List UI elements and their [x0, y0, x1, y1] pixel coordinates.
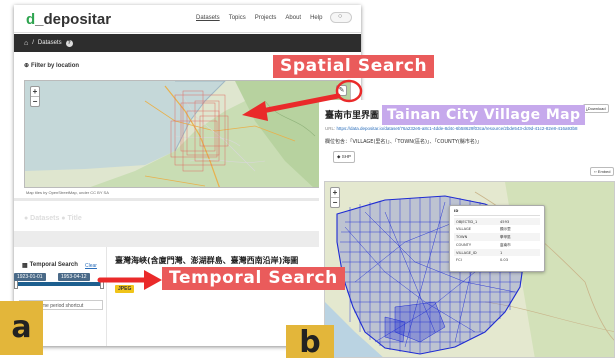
resource-url[interactable]: https://data.depositar.io/dataset/76a232… — [337, 126, 578, 131]
logo-name: _depositar — [35, 11, 112, 28]
dataset-format-badge: JPEG — [115, 285, 135, 293]
time-slider-end-handle[interactable] — [100, 280, 104, 289]
popup-row: COUNTY 臺南市 — [454, 241, 540, 249]
popup-value: 4593 — [500, 219, 510, 224]
popup-row: VILLAGE 顯示里 — [454, 225, 540, 233]
download-button[interactable]: ⤓Download — [583, 104, 609, 113]
panel-b-screenshot: 臺南市里界圖 ⤓Download URL: https://data.depos… — [319, 100, 615, 358]
clear-link[interactable]: Clear — [85, 263, 97, 269]
shp-format-label: SHP — [341, 154, 351, 159]
popup-value: 顯示里 — [500, 226, 511, 231]
globe-icon: ⊕ — [24, 63, 30, 69]
site-logo[interactable]: d _depositar — [26, 11, 111, 28]
nav-about[interactable]: About — [285, 15, 301, 21]
tainan-village-map-label: Tainan City Village Map — [382, 105, 586, 125]
start-date-label: 1923-01-01 — [14, 273, 46, 281]
village-zoom-in-button[interactable]: + — [331, 188, 339, 197]
filter-title: ⊕ Filter by location — [24, 62, 80, 70]
faded-dataset-heading: ● Datasets ● Title — [24, 215, 82, 222]
time-slider-track[interactable] — [14, 282, 104, 286]
filter-title-text: Filter by location — [31, 62, 80, 69]
village-map[interactable]: + − ID OBJECTID_1 4593 VILLAGE 顯示里 TOWN 學甲區… — [324, 181, 615, 358]
tag-icon: ◆ — [337, 154, 341, 159]
popup-key: OBJECTID_1 — [456, 219, 478, 224]
time-slider-start-handle[interactable] — [14, 280, 18, 289]
section-divider — [14, 198, 361, 201]
popup-key: FCI — [456, 257, 462, 262]
breadcrumb-separator: / — [32, 40, 34, 46]
village-map-zoom-control: + − — [330, 187, 340, 208]
fields-row: 欄位包含：「VILLAGE(里名)」、「TOWN(區名)」、「COUNTY(縣市… — [325, 138, 482, 145]
home-icon[interactable]: ⌂ — [24, 40, 28, 47]
popup-value: 1 — [500, 250, 503, 255]
pencil-icon: ✎ — [338, 87, 345, 94]
breadcrumb: ⌂ / Datasets ? — [14, 34, 361, 52]
resource-title: 臺南市里界圖 — [325, 111, 380, 121]
popup-row: OBJECTID_1 4593 — [454, 218, 540, 225]
panel-label-b: b — [286, 325, 334, 360]
popup-key: VILLAGE_ID — [456, 250, 477, 255]
popup-key: COUNTY — [456, 242, 472, 247]
embed-button[interactable]: ‹› Embed — [590, 167, 615, 176]
logo-mark: d — [26, 11, 36, 28]
map-tiles — [25, 81, 350, 187]
temporal-title: ▦ Temporal Search — [22, 262, 78, 269]
draw-rectangle-button[interactable]: ✎ — [336, 85, 347, 96]
breadcrumb-datasets[interactable]: Datasets — [38, 40, 62, 46]
end-date-label: 1953-04-12 — [58, 273, 90, 281]
help-icon[interactable]: ? — [65, 39, 73, 47]
popup-row: VILLAGE_ID 1 — [454, 249, 540, 256]
code-icon: ‹› — [594, 169, 597, 174]
map-attribution: Map tiles by OpenStreetMap, under CC BY … — [26, 190, 109, 195]
shp-format-button[interactable]: ◆ SHP — [333, 151, 355, 163]
nav-topics[interactable]: Topics — [229, 15, 246, 21]
zoom-in-button[interactable]: + — [31, 87, 39, 96]
panel-label-a: a — [0, 301, 43, 355]
zoom-out-button[interactable]: − — [31, 96, 39, 106]
temporal-search-label: Temporal Search — [162, 267, 345, 290]
map-zoom-control: + − — [30, 86, 40, 107]
fields-list: 「VILLAGE(里名)」、「TOWN(區名)」、「COUNTY(縣市名)」 — [350, 139, 482, 145]
url-row: URL: https://data.depositar.io/dataset/7… — [325, 126, 577, 131]
popup-row: TOWN 學甲區 — [454, 233, 540, 241]
dataset-title[interactable]: 臺灣海峽(含廈門灣、澎湖群島、臺灣西南沿岸)海圖 — [115, 255, 298, 266]
search-box[interactable]: ○ — [330, 12, 352, 23]
village-zoom-out-button[interactable]: − — [331, 197, 339, 207]
popup-key: VILLAGE — [456, 226, 472, 231]
popup-value: 學甲區 — [500, 234, 511, 239]
nav-datasets[interactable]: Datasets — [196, 15, 220, 21]
embed-label: Embed — [597, 169, 611, 174]
spatial-search-label: Spatial Search — [273, 55, 435, 78]
gray-backdrop — [14, 231, 361, 247]
download-label: Download — [587, 106, 606, 111]
main-nav: Datasets Topics Projects About Help — [196, 15, 322, 21]
nav-projects[interactable]: Projects — [255, 15, 277, 21]
site-header: d _depositar Datasets Topics Projects Ab… — [14, 5, 361, 33]
calendar-icon: ▦ — [22, 263, 28, 269]
popup-title: ID — [454, 209, 540, 216]
url-label: URL: — [325, 126, 336, 131]
popup-value: 臺南市 — [500, 242, 511, 247]
temporal-title-text: Temporal Search — [29, 262, 78, 268]
search-icon: ○ — [338, 13, 343, 20]
nav-help[interactable]: Help — [310, 15, 322, 21]
spatial-filter-map[interactable]: + − ✎ — [24, 80, 351, 188]
popup-key: TOWN — [456, 234, 468, 239]
popup-value: 0.03 — [500, 257, 509, 262]
fields-label: 欄位包含： — [325, 139, 351, 145]
feature-popup: ID OBJECTID_1 4593 VILLAGE 顯示里 TOWN 學甲區 COU… — [449, 205, 545, 272]
popup-row: FCI 0.03 — [454, 256, 540, 263]
